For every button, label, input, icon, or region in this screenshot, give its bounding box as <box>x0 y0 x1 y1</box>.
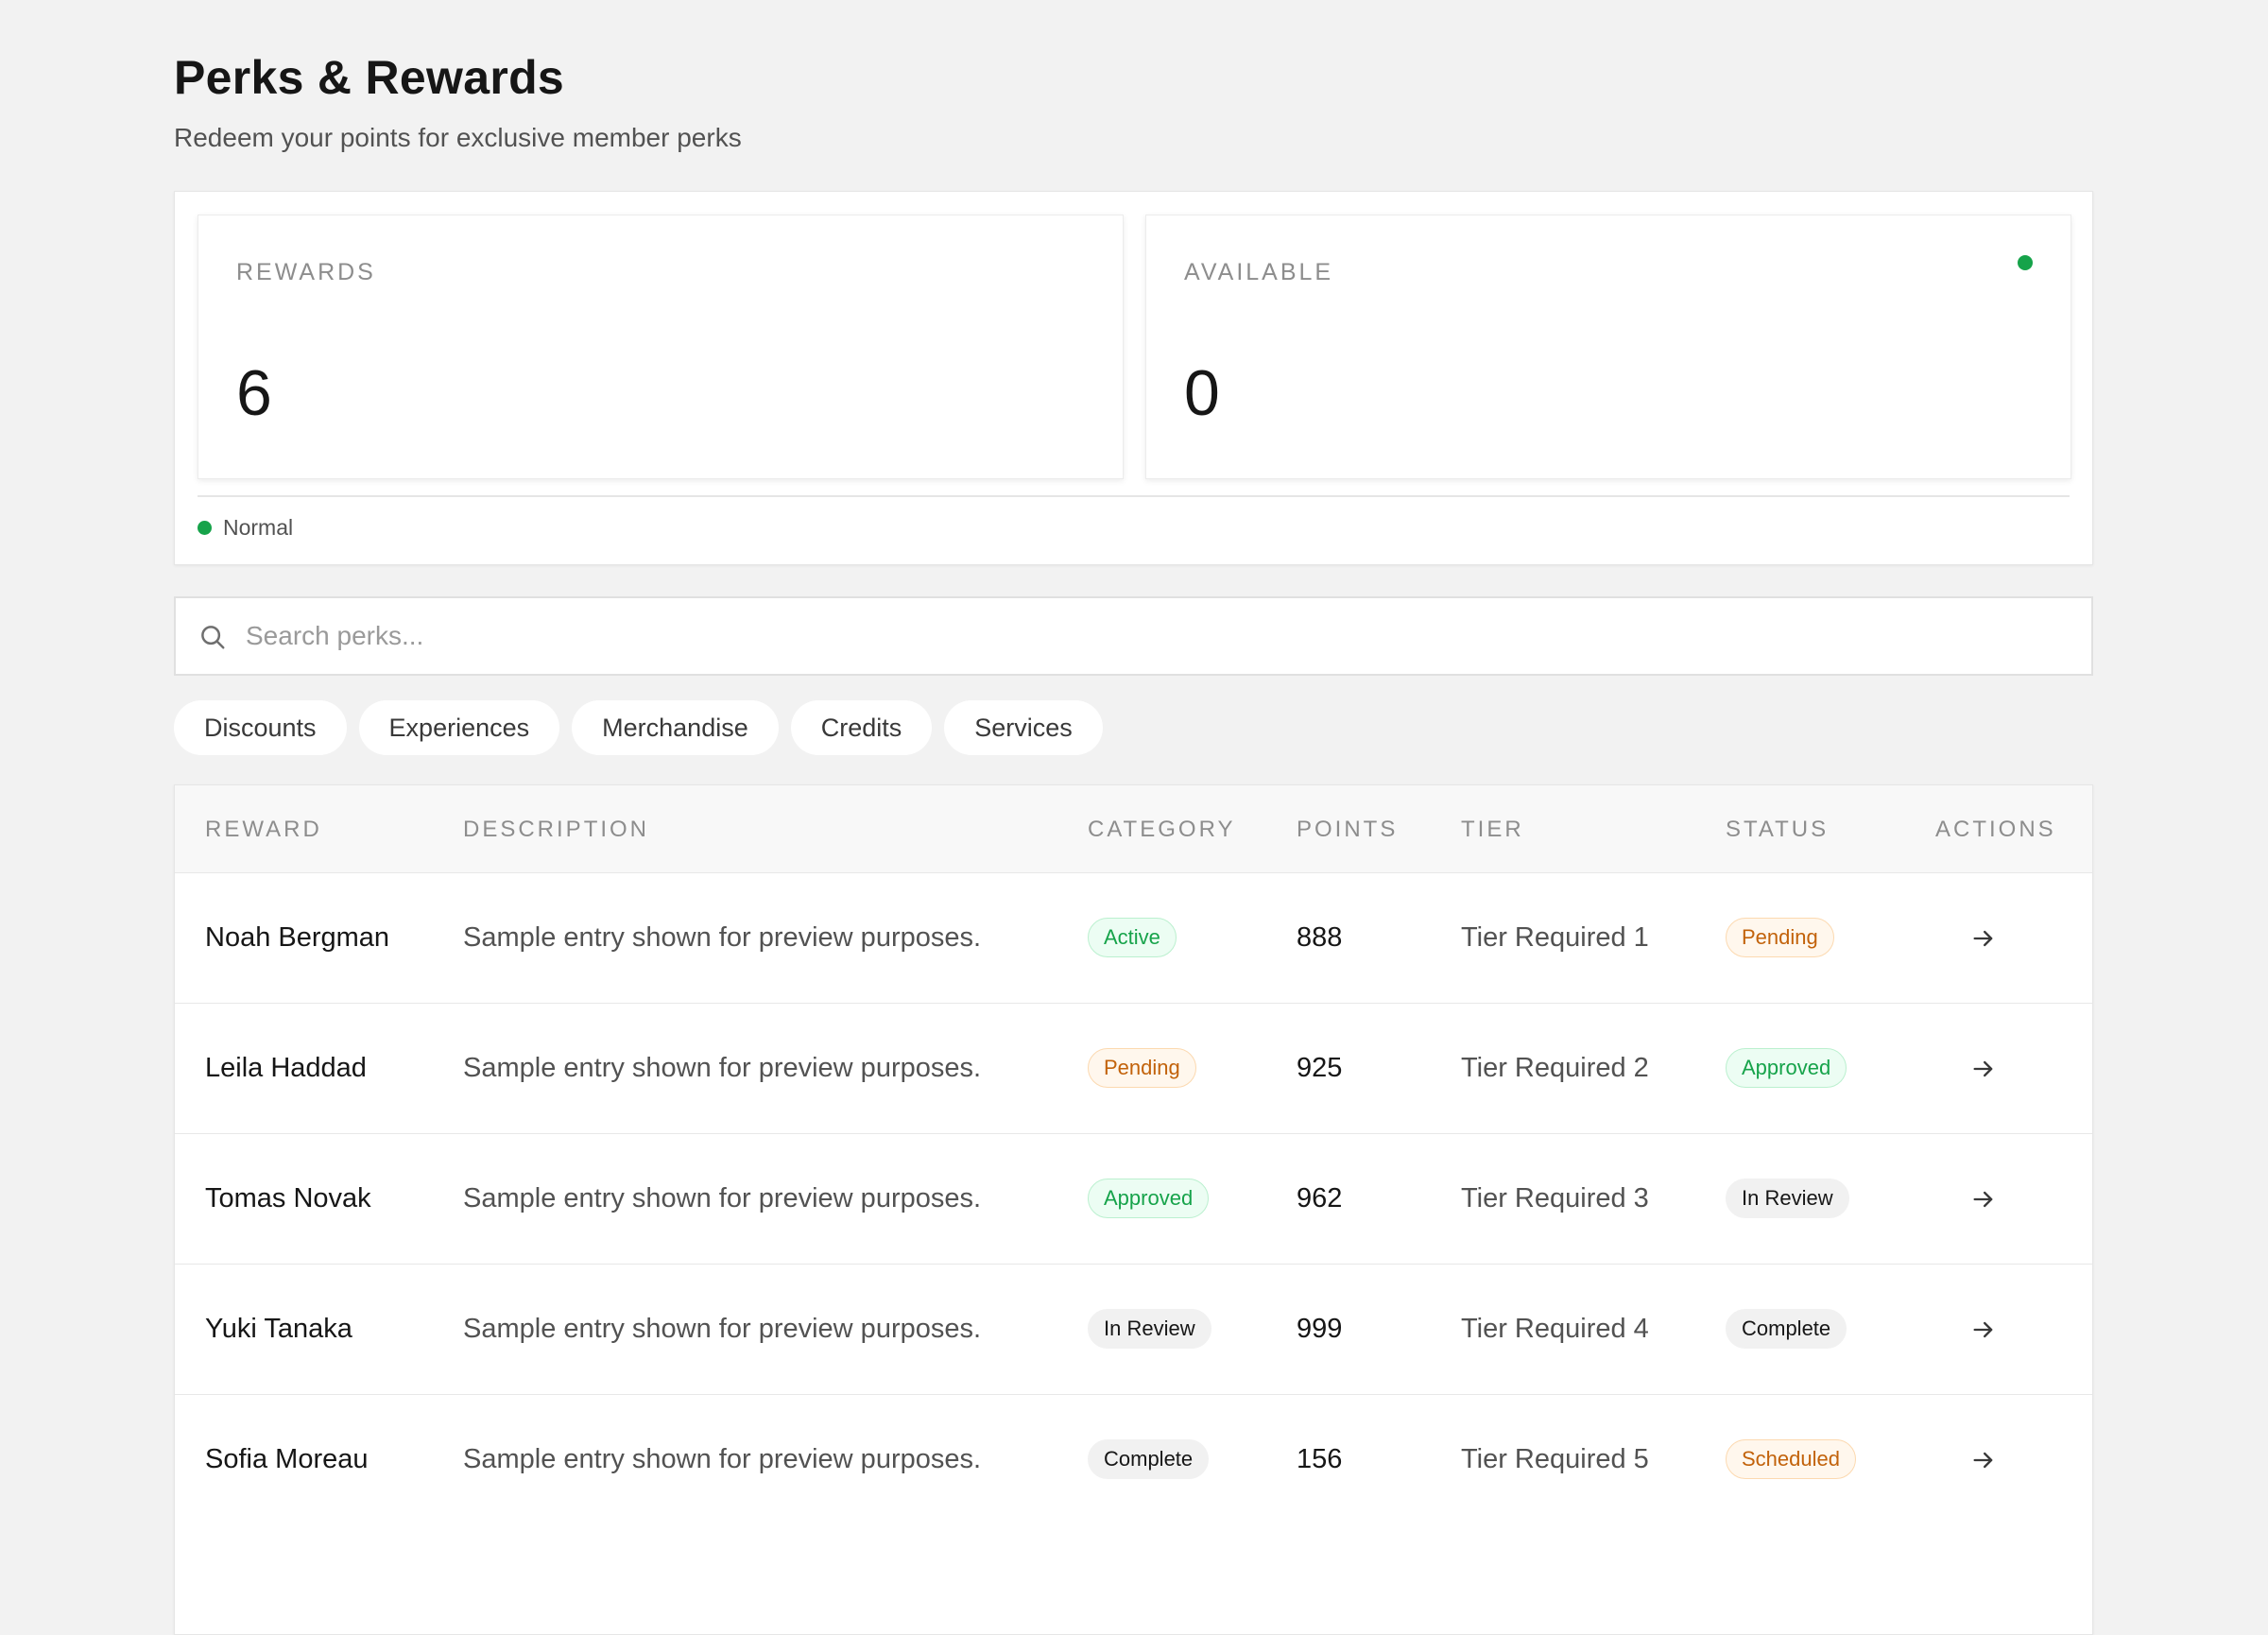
stat-label-rewards: REWARDS <box>236 259 376 285</box>
table-row[interactable]: Noah Bergman Sample entry shown for prev… <box>175 872 2092 1003</box>
reward-description: Sample entry shown for preview purposes. <box>463 1053 982 1083</box>
tier-value: Tier Required 3 <box>1461 1183 1649 1213</box>
filter-chip-credits[interactable]: Credits <box>790 700 933 755</box>
reward-name: Tomas Novak <box>205 1183 371 1213</box>
arrow-right-icon[interactable] <box>1970 1447 1997 1473</box>
reward-description: Sample entry shown for preview purposes. <box>463 1314 982 1344</box>
column-header-tier[interactable]: TIER <box>1461 817 1524 843</box>
status-badge: In Review <box>1726 1179 1849 1218</box>
filter-chips: Discounts Experiences Merchandise Credit… <box>174 700 1103 755</box>
arrow-right-icon[interactable] <box>1970 1186 1997 1213</box>
rewards-table: REWARD DESCRIPTION CATEGORY POINTS TIER … <box>174 784 2093 1635</box>
points-value: 925 <box>1297 1053 1343 1083</box>
stat-card-rewards: REWARDS 6 <box>198 215 1124 479</box>
stat-label-available: AVAILABLE <box>1184 259 1334 285</box>
table-row[interactable]: Leila Haddad Sample entry shown for prev… <box>175 1003 2092 1133</box>
column-header-category[interactable]: CATEGORY <box>1088 817 1235 843</box>
table-row[interactable]: Yuki Tanaka Sample entry shown for previ… <box>175 1264 2092 1394</box>
stat-value-available: 0 <box>1184 357 1220 429</box>
page: Perks & Rewards Redeem your points for e… <box>174 49 2093 1635</box>
stat-card-available: AVAILABLE 0 <box>1145 215 2071 479</box>
tier-value: Tier Required 5 <box>1461 1444 1649 1474</box>
filter-chip-discounts[interactable]: Discounts <box>174 700 347 755</box>
page-subtitle: Redeem your points for exclusive member … <box>174 123 742 152</box>
filter-chip-merchandise[interactable]: Merchandise <box>572 700 779 755</box>
category-badge: Active <box>1088 918 1177 957</box>
status-badge: Scheduled <box>1726 1439 1856 1479</box>
category-badge: In Review <box>1088 1309 1211 1349</box>
category-badge: Pending <box>1088 1048 1196 1088</box>
table-row[interactable]: Tomas Novak Sample entry shown for previ… <box>175 1133 2092 1264</box>
reward-description: Sample entry shown for preview purposes. <box>463 1183 982 1213</box>
column-header-points[interactable]: POINTS <box>1297 817 1398 843</box>
reward-name: Sofia Moreau <box>205 1444 369 1474</box>
points-value: 999 <box>1297 1314 1343 1344</box>
points-value: 888 <box>1297 922 1343 953</box>
filter-chip-experiences[interactable]: Experiences <box>358 700 560 755</box>
status-label: Normal <box>223 515 294 540</box>
page-title: Perks & Rewards <box>174 51 565 104</box>
status-dot-icon <box>198 521 212 535</box>
reward-name: Leila Haddad <box>205 1053 367 1083</box>
search-input[interactable] <box>246 598 2041 674</box>
tier-value: Tier Required 2 <box>1461 1053 1649 1083</box>
category-badge: Complete <box>1088 1439 1210 1479</box>
reward-name: Noah Bergman <box>205 922 390 953</box>
tier-value: Tier Required 4 <box>1461 1314 1649 1344</box>
points-value: 962 <box>1297 1183 1343 1213</box>
table-header: REWARD DESCRIPTION CATEGORY POINTS TIER … <box>175 785 2092 872</box>
status-badge: Pending <box>1726 918 1834 957</box>
stat-value-rewards: 6 <box>236 357 272 429</box>
category-badge: Approved <box>1088 1179 1210 1218</box>
reward-description: Sample entry shown for preview purposes. <box>463 1444 982 1474</box>
column-header-status[interactable]: STATUS <box>1726 817 1829 843</box>
column-header-description[interactable]: DESCRIPTION <box>463 817 649 843</box>
reward-description: Sample entry shown for preview purposes. <box>463 922 982 953</box>
table-row[interactable]: Sofia Moreau Sample entry shown for prev… <box>175 1394 2092 1524</box>
search-icon <box>201 626 225 649</box>
arrow-right-icon[interactable] <box>1970 1317 1997 1343</box>
status-indicator-dot <box>2018 255 2033 270</box>
filter-chip-services[interactable]: Services <box>944 700 1103 755</box>
status-row: Normal <box>198 515 293 541</box>
column-header-reward[interactable]: REWARD <box>205 817 322 843</box>
stats-panel: REWARDS 6 AVAILABLE 0 Normal <box>174 191 2093 565</box>
reward-name: Yuki Tanaka <box>205 1314 352 1344</box>
status-badge: Complete <box>1726 1309 1847 1349</box>
tier-value: Tier Required 1 <box>1461 922 1649 953</box>
column-header-actions: ACTIONS <box>1935 817 2056 842</box>
search-box[interactable] <box>174 596 2093 676</box>
divider <box>198 495 2070 497</box>
points-value: 156 <box>1297 1444 1343 1474</box>
arrow-right-icon[interactable] <box>1970 925 1997 952</box>
status-badge: Approved <box>1726 1048 1847 1088</box>
arrow-right-icon[interactable] <box>1970 1056 1997 1082</box>
